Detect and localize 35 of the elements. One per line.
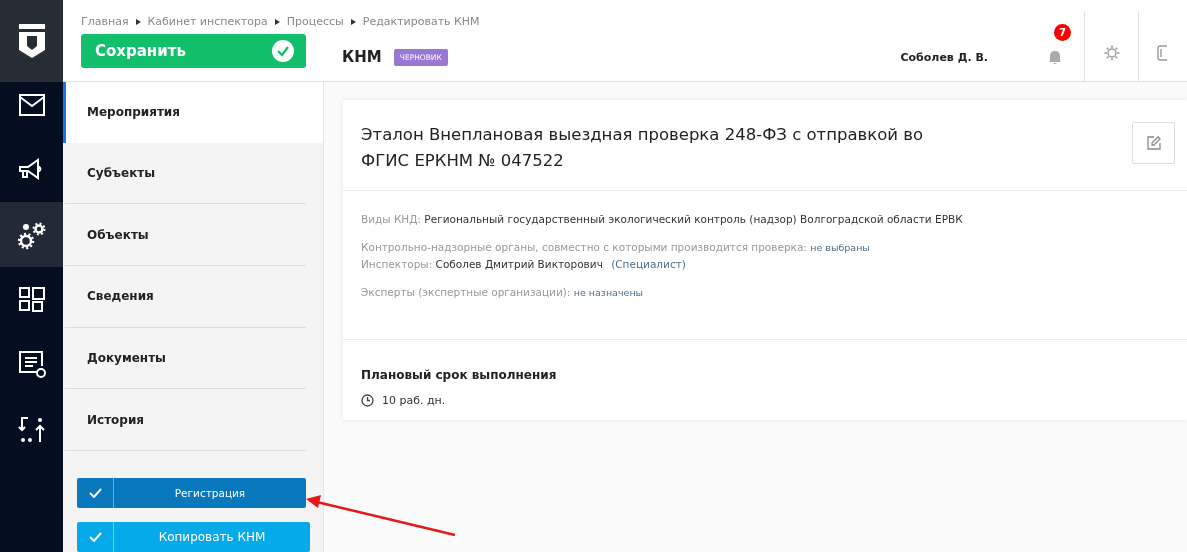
info-line: Виды КНД: Региональный государственный экологический контроль (надзор) Волгоградской области ЕРВК bbox=[361, 212, 964, 227]
notification-count: 7 bbox=[1054, 24, 1071, 41]
edit-icon bbox=[1146, 136, 1161, 150]
menu-item[interactable]: Документы bbox=[63, 327, 306, 390]
breadcrumb-link[interactable]: Кабинет инспектора bbox=[147, 15, 268, 28]
menu-item[interactable]: Мероприятия bbox=[63, 82, 323, 143]
grid-icon bbox=[18, 286, 45, 313]
check-circle-icon bbox=[272, 40, 294, 62]
menu-item[interactable]: Субъекты bbox=[63, 142, 306, 205]
shield-logo[interactable] bbox=[18, 24, 45, 58]
breadcrumb-separator-icon bbox=[274, 18, 280, 25]
check-icon bbox=[88, 532, 102, 543]
breadcrumb-link[interactable]: Процессы bbox=[286, 15, 344, 28]
breadcrumb-separator-icon bbox=[350, 18, 356, 25]
breadcrumb-separator-icon bbox=[135, 18, 141, 25]
breadcrumb-link[interactable]: Главная bbox=[81, 15, 129, 28]
settings-icon[interactable] bbox=[1103, 44, 1120, 61]
info-line: Эксперты (экспертные организации): не назначены bbox=[361, 285, 645, 300]
menu-item[interactable]: История bbox=[63, 389, 306, 452]
clock-icon bbox=[361, 394, 374, 407]
transfer-arrows-icon bbox=[17, 415, 46, 444]
deadline-heading: Плановый срок выполнения bbox=[361, 368, 558, 382]
breadcrumb-link[interactable]: Редактировать КНМ bbox=[362, 15, 480, 28]
menu-item[interactable]: Объекты bbox=[63, 204, 306, 266]
deadline-value: 10 раб. дн. bbox=[382, 394, 446, 407]
info-line: Контрольно-надзорные органы, совместно с которыми производится проверка: не выбраны bbox=[361, 240, 871, 255]
mail-icon bbox=[18, 93, 45, 116]
user-name[interactable]: Соболев Д. В. bbox=[900, 0, 988, 81]
document-list-icon bbox=[17, 349, 46, 380]
menu-item[interactable]: Сведения bbox=[63, 266, 306, 328]
check-icon bbox=[88, 488, 102, 499]
info-line: Инспекторы: Соболев Дмитрий Викторович (Специалист) bbox=[361, 257, 687, 272]
page-title: КНМ bbox=[342, 48, 382, 66]
action-button[interactable]: Регистрация bbox=[77, 478, 306, 509]
event-title: Эталон Внеплановая выездная проверка 248-ФЗ с отправкой во ФГИС ЕРКНМ № 047522 bbox=[361, 124, 925, 172]
